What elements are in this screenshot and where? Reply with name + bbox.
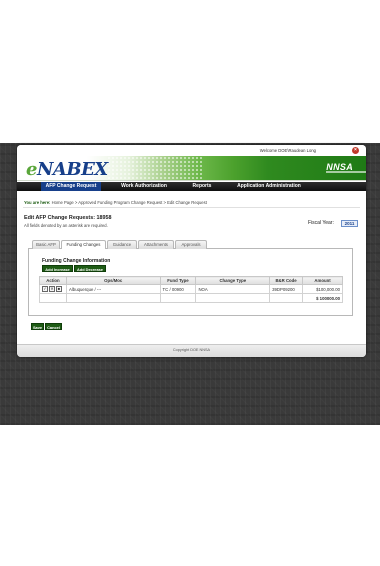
cell-change-type: NOA: [195, 284, 271, 294]
nnsa-logo: NNSA: [326, 162, 366, 173]
required-fields-note: All fields denoted by an asterisk are re…: [24, 223, 108, 228]
cancel-button[interactable]: Cancel: [45, 323, 62, 330]
page-title: Edit AFP Change Requests: 18958: [24, 215, 112, 221]
breadcrumb: You are here: Home Page > Approved Fundi…: [24, 200, 207, 205]
nav-afp-change-request[interactable]: AFP Change Request: [41, 182, 101, 191]
detail-icon[interactable]: ■: [56, 286, 62, 292]
app-window: Welcome DOE\Raudean Long × eNABEX NNSA A…: [17, 145, 366, 357]
nav-reports[interactable]: Reports: [187, 182, 217, 191]
close-icon[interactable]: ×: [352, 147, 359, 154]
tab-bar: Basic AFP Funding Changes Guidance Attac…: [28, 240, 353, 250]
tab-approvals[interactable]: Approvals: [175, 240, 207, 249]
delete-icon[interactable]: ✕: [49, 286, 55, 292]
breadcrumb-label: You are here:: [24, 200, 51, 205]
table-row: ✓ ✕ ■ Albuquerque / --- TC / 00900 NOA 39D…: [39, 284, 343, 294]
cell-fund-type: TC / 00900: [159, 284, 197, 294]
funding-changes-panel: Funding Change Information Add Increase …: [28, 249, 353, 316]
check-icon[interactable]: ✓: [42, 286, 48, 292]
main-nav: AFP Change Request Work Authorization Re…: [17, 182, 366, 191]
column-header-action: Action: [39, 276, 67, 285]
divider: [23, 207, 360, 208]
tab-guidance[interactable]: Guidance: [107, 240, 137, 249]
table-header-row: Action Ops/Moc Fund Type Change Type B&R…: [39, 276, 343, 285]
fiscal-year-field[interactable]: 2011: [341, 220, 358, 227]
top-bar: Welcome DOE\Raudean Long ×: [17, 145, 366, 156]
total-row: $ 100000.00: [39, 293, 343, 303]
add-decrease-button[interactable]: Add Decrease: [74, 265, 106, 272]
cell-ops-moc: Albuquerque / ---: [65, 284, 161, 294]
enabex-logo[interactable]: eNABEX: [26, 159, 108, 180]
app-banner: eNABEX NNSA: [17, 156, 366, 181]
nav-work-authorization[interactable]: Work Authorization: [115, 182, 173, 191]
nav-application-administration[interactable]: Application Administration: [232, 182, 306, 191]
copyright-text: Copyright DOE NNSA: [172, 348, 211, 352]
banner-dot-pattern: [107, 156, 202, 181]
tab-attachments[interactable]: Attachments: [138, 240, 174, 249]
row-actions: ✓ ✕ ■: [39, 284, 67, 294]
footer: Copyright DOE NNSA: [17, 344, 366, 357]
breadcrumb-path[interactable]: Home Page > Approved Funding Program Cha…: [52, 200, 207, 205]
column-header-change-type: Change Type: [195, 276, 271, 285]
add-increase-button[interactable]: Add Increase: [42, 265, 73, 272]
column-header-fund-type: Fund Type: [159, 276, 197, 285]
section-title: Funding Change Information: [42, 258, 111, 264]
column-header-br-code: B&R Code: [269, 276, 304, 285]
column-header-ops-moc: Ops/Moc: [65, 276, 161, 285]
cell-amount: $100,000.00: [302, 284, 343, 294]
save-button[interactable]: Save: [31, 323, 44, 330]
fiscal-year-label: Fiscal Year:: [308, 220, 334, 226]
welcome-text: Welcome DOE\Raudean Long: [259, 148, 316, 153]
cell-br-code: 39DP09200: [269, 284, 304, 294]
tab-basic-afp[interactable]: Basic AFP: [32, 240, 60, 249]
column-header-amount: Amount: [302, 276, 343, 285]
funding-change-table: Action Ops/Moc Fund Type Change Type B&R…: [39, 276, 343, 303]
total-amount: $ 100000.00: [302, 293, 343, 303]
